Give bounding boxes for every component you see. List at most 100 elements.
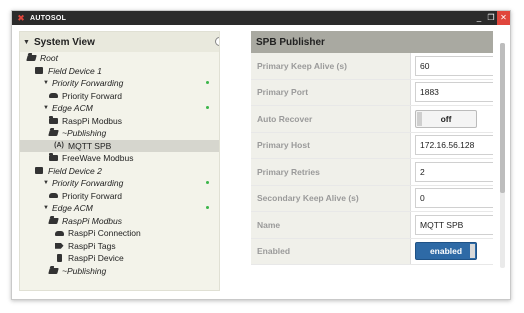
minimize-button[interactable]: _ — [473, 11, 485, 25]
tree-node-label: Edge ACM — [52, 203, 93, 214]
tree-node[interactable]: ~Publishing — [20, 127, 219, 140]
property-label: Primary Keep Alive (s) — [251, 53, 411, 79]
property-row: Primary Keep Alive (s) 60 — [251, 53, 493, 80]
property-label: Primary Host — [251, 132, 411, 158]
tree-node-label: MQTT SPB — [68, 140, 112, 151]
caret-down-icon[interactable]: ▼ — [42, 205, 50, 211]
tree-node-label: ~Publishing — [62, 265, 107, 276]
property-input[interactable]: 0 — [415, 188, 493, 209]
panel-toggle-handle[interactable] — [215, 37, 219, 46]
tree-node[interactable]: ▼ Priority Forwarding — [20, 177, 219, 190]
property-value: 0 — [411, 186, 493, 212]
autosol-logo-icon: ✖ — [17, 12, 25, 23]
tree-node-label: RaspPi Device — [68, 253, 124, 264]
properties-panel: SPB Publisher Primary Keep Alive (s) 60 Pr… — [251, 31, 493, 269]
property-value: 2 — [411, 159, 493, 185]
tree-node-label: Priority Forward — [62, 190, 122, 201]
system-view-title: System View — [33, 36, 95, 48]
caret-down-icon[interactable]: ▼ — [42, 180, 50, 186]
folder-open-icon — [47, 217, 59, 224]
title-bar: ✖ AUTOSOL _ ❐ ✕ — [12, 11, 510, 25]
tree-node-label: RaspPi Tags — [68, 240, 116, 251]
restore-button[interactable]: ❐ — [485, 11, 497, 25]
folder-open-icon — [47, 267, 59, 274]
tree-node[interactable]: ▼ Edge ACM — [20, 102, 219, 115]
tree-node-label: Field Device 2 — [48, 165, 102, 176]
property-label: Primary Retries — [251, 159, 411, 185]
tree-node[interactable]: Field Device 1 — [20, 65, 219, 78]
tree-node[interactable]: Priority Forward — [20, 190, 219, 203]
status-dot — [206, 206, 209, 209]
tree-node[interactable]: FreeWave Modbus — [20, 152, 219, 165]
car-icon — [54, 230, 64, 236]
folder-open-icon — [25, 55, 37, 62]
scrollbar-thumb[interactable] — [500, 43, 505, 193]
property-row: Name MQTT SPB — [251, 212, 493, 239]
window-title: AUTOSOL — [30, 14, 67, 22]
property-input[interactable]: 2 — [415, 161, 493, 182]
tree-list: Root Field Device 1 ▼ Priority Forwarding Pr… — [20, 52, 219, 277]
tree-node[interactable]: ▼ Priority Forwarding — [20, 77, 219, 90]
property-row: Enabled enabled — [251, 238, 493, 265]
tree-node[interactable]: RaspPi Modbus — [20, 215, 219, 228]
property-label: Enabled — [251, 238, 411, 264]
property-label: Primary Port — [251, 79, 411, 105]
tree-node-label: Priority Forwarding — [52, 78, 124, 89]
tree-node-label: Root — [40, 53, 58, 64]
property-value: 60 — [411, 53, 493, 79]
tree-node-label: FreeWave Modbus — [62, 153, 134, 164]
folder-icon — [48, 115, 58, 124]
property-value: off — [411, 106, 493, 132]
tag-icon — [54, 242, 64, 249]
tree-node[interactable]: Priority Forward — [20, 90, 219, 103]
property-input[interactable]: 172.16.56.128 — [415, 135, 493, 156]
tree-node-label: RaspPi Modbus — [62, 215, 123, 226]
tree-node[interactable]: Field Device 2 — [20, 165, 219, 178]
chip-icon — [34, 167, 44, 175]
property-value: 1883 — [411, 80, 493, 106]
property-value: 172.16.56.128 — [411, 133, 493, 159]
car-icon — [48, 193, 58, 199]
caret-down-icon[interactable]: ▼ — [23, 39, 30, 46]
property-input[interactable]: 1883 — [415, 82, 493, 103]
antenna-icon: (A) — [54, 142, 64, 150]
tree-node[interactable]: RaspPi Connection — [20, 227, 219, 240]
property-label: Auto Recover — [251, 106, 411, 132]
property-row: Secondary Keep Alive (s) 0 — [251, 185, 493, 212]
tree-node[interactable]: ▼ Edge ACM — [20, 202, 219, 215]
close-button[interactable]: ✕ — [497, 11, 510, 25]
toggle-switch[interactable]: enabled — [415, 242, 477, 261]
tree-node[interactable]: Root — [20, 52, 219, 65]
tree-node-label: Field Device 1 — [48, 65, 102, 76]
system-view-header[interactable]: ▼ System View — [20, 32, 219, 52]
tree-node[interactable]: RaspPi Modbus — [20, 115, 219, 128]
status-dot — [206, 181, 209, 184]
properties-title: SPB Publisher — [251, 31, 493, 53]
caret-down-icon[interactable]: ▼ — [42, 105, 50, 111]
tree-node-label: Priority Forwarding — [52, 178, 124, 189]
property-row: Primary Host 172.16.56.128 — [251, 132, 493, 159]
caret-down-icon[interactable]: ▼ — [42, 80, 50, 86]
tree-node[interactable]: ~Publishing — [20, 265, 219, 278]
property-input[interactable]: 60 — [415, 55, 493, 76]
car-icon — [48, 93, 58, 99]
property-rows: Primary Keep Alive (s) 60 Primary Port 1883… — [251, 53, 493, 265]
status-dot — [206, 106, 209, 109]
tree-node[interactable]: RaspPi Tags — [20, 240, 219, 253]
tree-node-label: RaspPi Connection — [68, 228, 141, 239]
tree-node-label: Priority Forward — [62, 90, 122, 101]
tree-node-label: Edge ACM — [52, 103, 93, 114]
property-row: Auto Recover off — [251, 106, 493, 133]
property-label: Name — [251, 212, 411, 238]
status-dot — [206, 81, 209, 84]
property-input[interactable]: MQTT SPB — [415, 214, 493, 235]
folder-icon — [48, 153, 58, 162]
property-value: MQTT SPB — [411, 212, 493, 238]
property-row: Primary Retries 2 — [251, 159, 493, 186]
folder-open-icon — [47, 130, 59, 137]
phone-icon — [54, 254, 64, 263]
tree-node[interactable]: (A) MQTT SPB — [20, 139, 219, 152]
tree-node[interactable]: RaspPi Device — [20, 252, 219, 265]
tree-node-label: RaspPi Modbus — [62, 115, 123, 126]
toggle-switch[interactable]: off — [415, 109, 477, 128]
